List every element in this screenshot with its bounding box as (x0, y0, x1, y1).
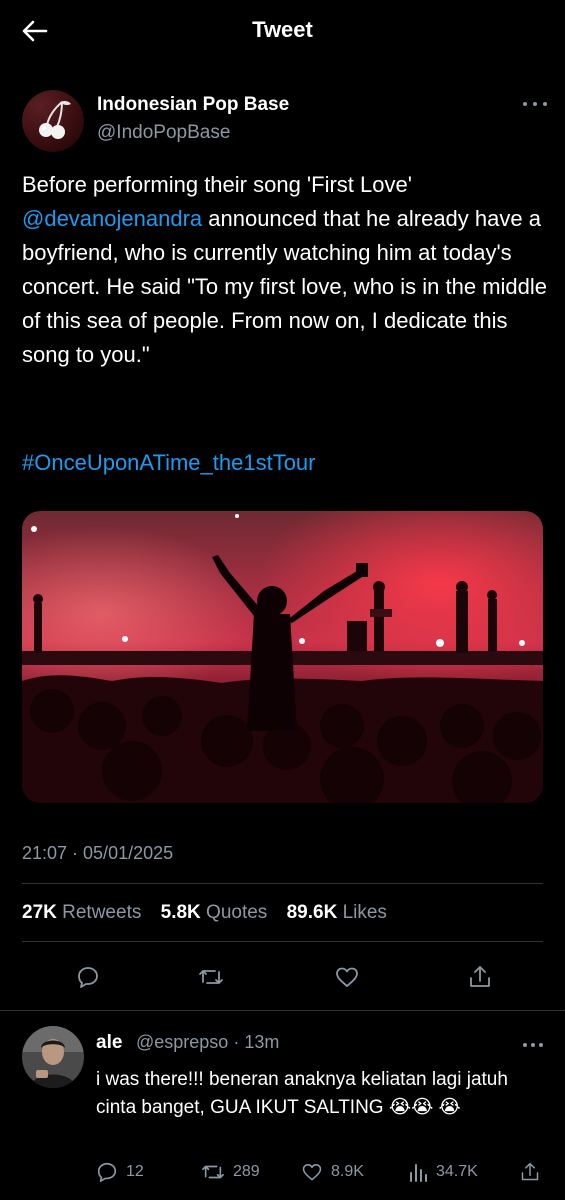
share-icon (470, 966, 490, 987)
tweet-actions (22, 962, 543, 992)
heart-icon (302, 1164, 322, 1181)
reply-share-button[interactable] (520, 1160, 540, 1184)
hashtag-link[interactable]: #OnceUponATime_the1stTour (22, 446, 316, 480)
dot-icon (531, 1043, 535, 1047)
quotes-stat[interactable]: 5.8K Quotes (161, 902, 268, 923)
concert-photo (22, 511, 543, 803)
more-options-button[interactable] (523, 1038, 543, 1052)
user-photo-icon (22, 1026, 84, 1088)
divider (0, 1010, 565, 1011)
reply-icon (97, 1162, 117, 1182)
tweet-media[interactable] (22, 511, 543, 803)
views-count: 34.7K (436, 1163, 478, 1180)
share-icon (521, 1162, 539, 1181)
reply-like-button[interactable]: 8.9K (301, 1160, 364, 1184)
retweets-count: 27K (22, 902, 57, 923)
reply-author-name[interactable]: ale (96, 1032, 122, 1054)
dot-icon (523, 1043, 527, 1047)
retweet-count: 289 (233, 1163, 260, 1180)
quotes-count: 5.8K (160, 902, 201, 923)
dot-icon (543, 102, 547, 106)
share-button[interactable] (465, 962, 495, 992)
tweet-text: Before performing their song 'First Love… (22, 168, 547, 372)
reply-count: 12 (126, 1163, 144, 1180)
reply-reply-button[interactable]: 12 (96, 1160, 144, 1184)
retweets-label: Retweets (62, 902, 142, 923)
page-title: Tweet (252, 17, 313, 42)
like-count: 8.9K (331, 1163, 364, 1180)
cherry-logo-icon (22, 90, 84, 152)
likes-stat[interactable]: 89.6K Likes (287, 902, 387, 923)
tweet-text-start: Before performing their song 'First Love… (22, 172, 412, 197)
avatar[interactable] (22, 90, 84, 152)
retweets-stat[interactable]: 27K Retweets (22, 902, 141, 923)
quotes-label: Quotes (206, 902, 268, 923)
retweet-button[interactable] (196, 962, 226, 992)
views-icon (410, 1164, 427, 1182)
views-button[interactable]: 34.7K (408, 1160, 478, 1184)
top-bar: Tweet (0, 0, 565, 62)
retweet-icon (199, 970, 223, 984)
divider (22, 883, 543, 884)
heart-icon (336, 967, 358, 987)
reply-button[interactable] (73, 962, 103, 992)
tweet-author: Indonesian Pop Base @IndoPopBase (22, 90, 547, 152)
avatar[interactable] (22, 1026, 84, 1088)
likes-label: Likes (342, 902, 387, 923)
reply-tweet[interactable]: ale @esprepso · 13m i was there!!! bener… (0, 1026, 565, 1200)
reply-author-handle[interactable]: @esprepso · 13m (136, 1032, 279, 1053)
dot-icon (533, 102, 537, 106)
dot-icon (523, 102, 527, 106)
author-name[interactable]: Indonesian Pop Base (97, 94, 289, 116)
reply-retweet-button[interactable]: 289 (201, 1160, 260, 1184)
dot-icon (539, 1043, 543, 1047)
tweet-timestamp: 21:07 · 05/01/2025 (22, 843, 174, 863)
more-options-button[interactable] (523, 96, 547, 112)
engagement-stats: 27K Retweets 5.8K Quotes 89.6K Likes (22, 902, 401, 924)
reply-actions: 12 289 8.9K 34.7K (96, 1160, 546, 1184)
reply-text: i was there!!! beneran anaknya keliatan … (96, 1069, 508, 1118)
reply-icon (78, 967, 98, 988)
likes-count: 89.6K (286, 902, 338, 923)
author-handle[interactable]: @IndoPopBase (97, 122, 230, 144)
mention-link[interactable]: @devanojenandra (22, 206, 202, 231)
divider (22, 941, 543, 942)
retweet-icon (202, 1165, 224, 1179)
like-button[interactable] (332, 962, 362, 992)
